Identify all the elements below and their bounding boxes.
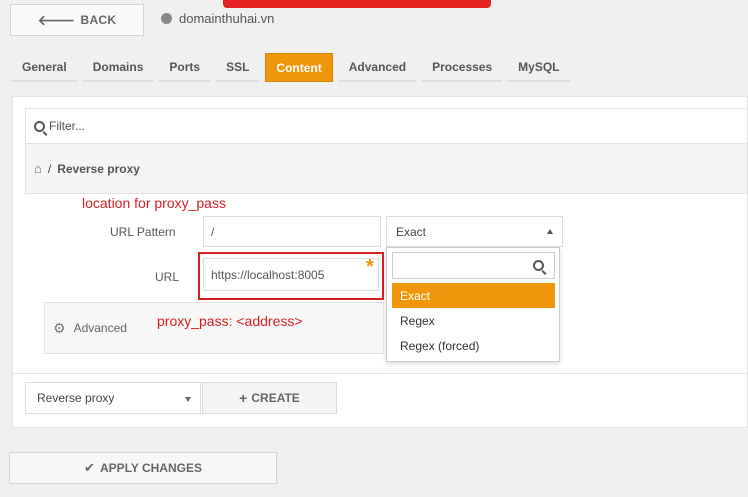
dropdown-search-input[interactable] [392, 252, 555, 279]
breadcrumb-separator: / [47, 161, 52, 176]
url-pattern-label: URL Pattern [110, 225, 176, 239]
domain-header: domainthuhai.vn [161, 11, 274, 26]
back-label: BACK [80, 13, 117, 27]
breadcrumb-current: Reverse proxy [57, 161, 140, 176]
tab-advanced[interactable]: Advanced [338, 53, 417, 82]
tab-mysql[interactable]: MySQL [508, 53, 570, 82]
match-type-select[interactable]: Exact [386, 216, 563, 247]
breadcrumb: ⌂ / Reverse proxy [25, 144, 748, 194]
tab-processes[interactable]: Processes [422, 53, 503, 82]
apply-changes-button[interactable]: ✔ APPLY CHANGES [9, 452, 277, 484]
annotation-location: location for proxy_pass [82, 195, 226, 211]
search-icon [34, 120, 45, 132]
create-button[interactable]: + CREATE [202, 382, 337, 414]
gear-icon: ⚙ [53, 319, 66, 336]
filter-placeholder: Filter... [49, 119, 86, 133]
required-marker: * [366, 256, 374, 278]
tab-domains[interactable]: Domains [82, 53, 154, 82]
match-type-dropdown: Exact Regex Regex (forced) [386, 247, 560, 362]
filter-input[interactable]: Filter... [25, 108, 748, 144]
tab-ports[interactable]: Ports [159, 53, 211, 82]
caret-up-icon [547, 229, 553, 234]
proxy-type-select[interactable]: Reverse proxy [25, 382, 201, 414]
back-button[interactable]: 🡐 BACK [10, 4, 144, 36]
caret-down-icon [185, 397, 191, 402]
search-icon [533, 260, 544, 271]
url-pattern-input[interactable]: / [203, 216, 381, 247]
tab-general[interactable]: General [12, 53, 77, 82]
top-red-bar [223, 0, 491, 8]
proxy-type-value: Reverse proxy [37, 391, 115, 405]
dropdown-option-regex-forced[interactable]: Regex (forced) [392, 333, 555, 358]
home-icon[interactable]: ⌂ [34, 161, 42, 176]
plus-icon: + [239, 390, 248, 406]
tab-bar: General Domains Ports SSL Content Advanc… [12, 53, 570, 82]
dropdown-option-regex[interactable]: Regex [392, 308, 555, 333]
create-label: CREATE [251, 391, 300, 405]
globe-icon [161, 13, 172, 24]
apply-label: APPLY CHANGES [99, 461, 202, 475]
tab-content[interactable]: Content [265, 53, 333, 82]
arrow-left-icon: 🡐 [37, 11, 76, 28]
annotation-address: proxy_pass: <address> [157, 313, 303, 329]
tab-ssl[interactable]: SSL [216, 53, 260, 82]
url-label: URL [155, 270, 180, 284]
dropdown-option-exact[interactable]: Exact [392, 283, 555, 308]
match-type-value: Exact [396, 224, 427, 239]
advanced-label: Advanced [73, 321, 127, 335]
check-icon: ✔ [84, 460, 95, 475]
domain-name: domainthuhai.vn [179, 11, 275, 26]
url-highlight-box [198, 252, 384, 300]
